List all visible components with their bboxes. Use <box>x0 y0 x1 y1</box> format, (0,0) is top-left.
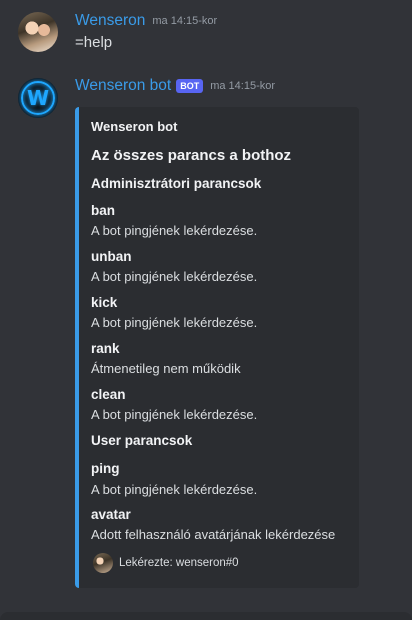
footer-avatar-icon <box>93 553 113 573</box>
field-name: ban <box>91 203 116 218</box>
bot-badge: BOT <box>176 79 204 93</box>
field-value: A bot pingjének lekérdezése. <box>91 315 258 330</box>
field-name: ping <box>91 461 120 476</box>
bot-logo-ring: W <box>21 81 55 115</box>
message-input-edge <box>0 612 412 620</box>
field-value: Adott felhasználó avatárjának lekérdezés… <box>91 527 336 542</box>
field-value: A bot pingjének lekérdezése. <box>91 223 258 238</box>
field-value: A bot pingjének lekérdezése. <box>91 407 258 422</box>
bot-avatar[interactable]: W <box>18 78 58 118</box>
field-name: kick <box>91 295 118 310</box>
chat-view: Wenseron ma 14:15-kor =help W Wenseron b… <box>0 0 412 620</box>
field-name: avatar <box>91 507 131 522</box>
message-header: Wenseron ma 14:15-kor <box>75 12 217 30</box>
field-value: A bot pingjének lekérdezése. <box>91 269 258 284</box>
username[interactable]: Wenseron <box>75 12 145 30</box>
field-name: unban <box>91 249 132 264</box>
user-avatar[interactable] <box>18 12 58 52</box>
embed-footer: Lekérezte: wenseron#0 <box>93 553 239 573</box>
section-heading-user: User parancsok <box>91 433 193 448</box>
message-content: =help <box>75 34 113 51</box>
section-heading-admin: Adminisztrátori parancsok <box>91 176 262 191</box>
embed-title: Az összes parancs a bothoz <box>91 147 292 164</box>
timestamp: ma 14:15-kor <box>152 15 218 27</box>
field-value: Átmenetileg nem működik <box>91 361 241 376</box>
field-value: A bot pingjének lekérdezése. <box>91 482 258 497</box>
embed-author: Wenseron bot <box>91 119 178 134</box>
footer-text: Lekérezte: wenseron#0 <box>119 557 239 569</box>
field-name: clean <box>91 387 126 402</box>
username[interactable]: Wenseron bot <box>75 77 171 95</box>
bot-logo-letter: W <box>26 86 50 110</box>
embed: Wenseron bot Az összes parancs a bothoz … <box>75 107 359 588</box>
timestamp: ma 14:15-kor <box>210 80 276 92</box>
field-name: rank <box>91 341 120 356</box>
message-header: Wenseron bot BOT ma 14:15-kor <box>75 77 275 95</box>
